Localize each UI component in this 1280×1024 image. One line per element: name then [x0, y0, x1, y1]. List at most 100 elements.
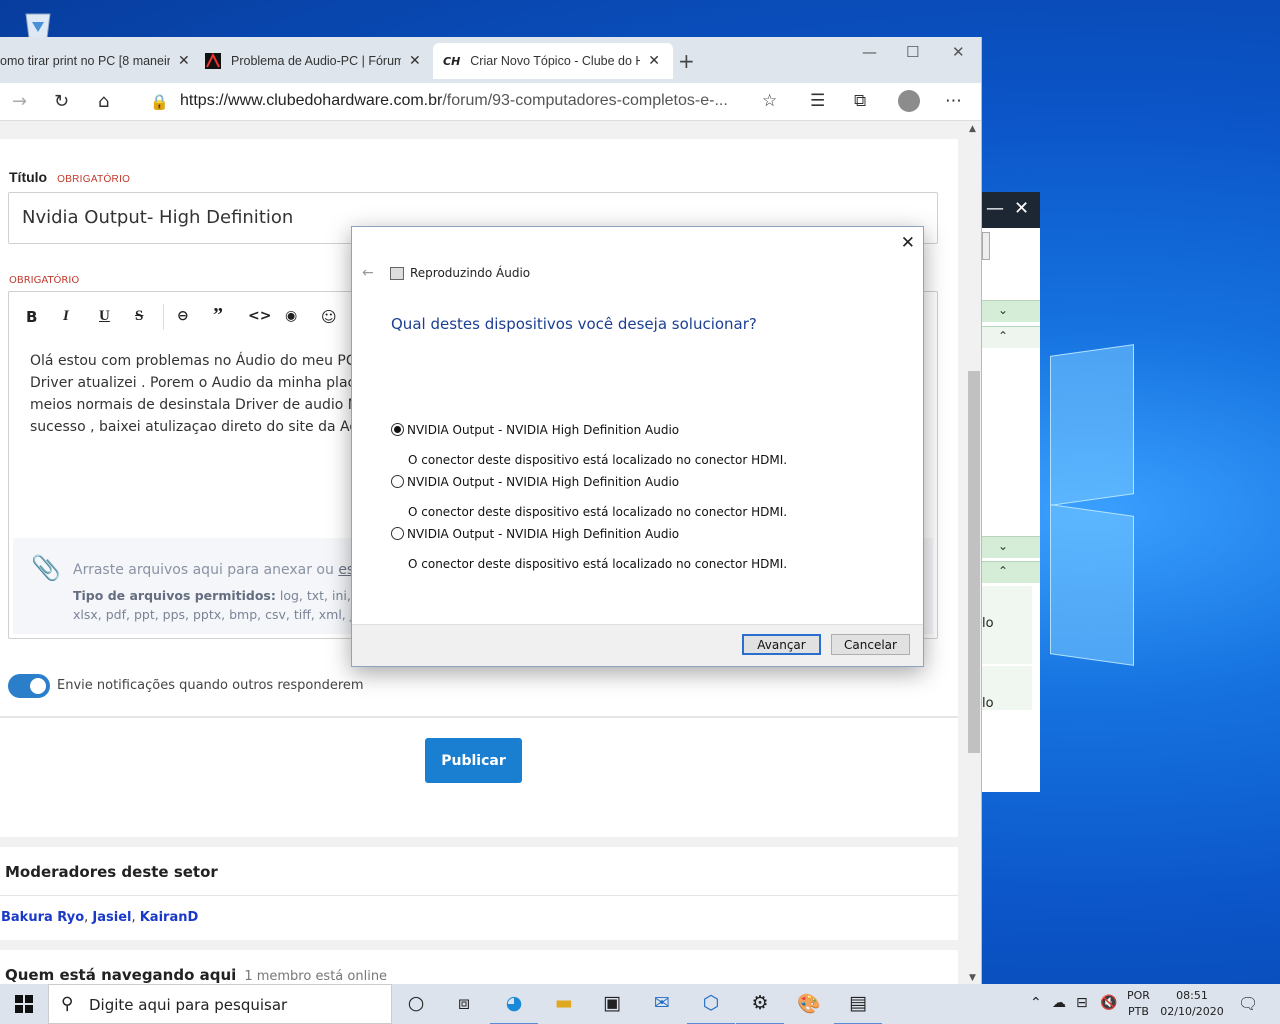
close-icon[interactable]: ✕: [901, 233, 915, 253]
keyboard-layout: PTB: [1128, 1005, 1149, 1018]
recycle-bin-icon[interactable]: [18, 8, 58, 38]
dialog-footer: Avançar Cancelar: [352, 624, 923, 666]
refresh-icon[interactable]: ↻: [54, 91, 69, 112]
close-tab-icon[interactable]: ✕: [178, 53, 190, 69]
task-view-icon[interactable]: ⧈: [450, 992, 478, 1014]
forward-icon[interactable]: →: [12, 91, 27, 112]
notify-label: Envie notificações quando outros respond…: [57, 678, 364, 693]
notifications-icon[interactable]: 🗨: [1238, 994, 1258, 1013]
collapse-strip[interactable]: ⌄: [982, 536, 1040, 558]
tab-print[interactable]: omo tirar print no PC [8 maneir ✕: [0, 43, 200, 79]
minimize-icon[interactable]: —: [986, 198, 1004, 219]
background-window-titlebar[interactable]: — ✕: [982, 192, 1040, 228]
troubleshooter-icon: [390, 267, 404, 280]
body-line: Olá estou com problemas no Áudio do meu …: [30, 353, 360, 369]
close-icon[interactable]: ✕: [1014, 198, 1029, 219]
minimize-icon[interactable]: —: [862, 43, 877, 61]
start-windows-icon[interactable]: [15, 995, 33, 1013]
device-option-2[interactable]: NVIDIA Output - NVIDIA High Definition A…: [391, 475, 679, 489]
clock-time: 08:51: [1176, 989, 1208, 1002]
bold-icon[interactable]: B: [26, 308, 37, 326]
close-window-icon[interactable]: ✕: [952, 43, 965, 61]
troubleshooter-taskbar-icon[interactable]: ▤: [834, 992, 882, 1024]
system-clock[interactable]: 08:51 02/10/2020: [1160, 988, 1224, 1020]
site-favicon-icon: [205, 52, 221, 69]
scroll-down-icon[interactable]: ▼: [969, 973, 976, 983]
moderator-link[interactable]: KairanD: [140, 910, 199, 925]
security-app-icon[interactable]: ⬡: [687, 992, 735, 1024]
emoji-icon[interactable]: ☺: [321, 308, 337, 326]
moderator-link[interactable]: Jasiel: [92, 910, 131, 925]
network-icon[interactable]: ⊟: [1076, 995, 1088, 1011]
file-explorer-icon[interactable]: ▬: [550, 992, 578, 1014]
mail-icon[interactable]: ✉: [648, 992, 676, 1014]
next-button[interactable]: Avançar: [742, 634, 821, 655]
back-arrow-icon[interactable]: ←: [362, 265, 374, 281]
taskbar-search[interactable]: ⚲ Digite aqui para pesquisar: [48, 984, 392, 1024]
publish-area: Publicar: [0, 717, 958, 837]
browsing-card: Quem está navegando aqui 1 membro está on…: [0, 950, 958, 984]
moderators-title: Moderadores deste setor: [5, 863, 218, 881]
link-icon[interactable]: ⊖: [177, 308, 189, 324]
more-options-icon[interactable]: ⋯: [945, 91, 962, 111]
scroll-thumb[interactable]: [968, 371, 980, 753]
body-line: Driver atualizei . Porem o Audio da minh…: [30, 375, 360, 391]
collapse-strip[interactable]: ⌃: [982, 326, 1040, 348]
search-icon: ⚲: [61, 994, 74, 1014]
device-option-3[interactable]: NVIDIA Output - NVIDIA High Definition A…: [391, 527, 679, 541]
collections-icon[interactable]: ⧉: [854, 91, 866, 111]
online-count: 1 membro está online: [244, 969, 388, 984]
onedrive-cloud-icon[interactable]: ☁: [1052, 995, 1066, 1011]
publish-button[interactable]: Publicar: [425, 738, 522, 783]
browsing-title-text: Quem está navegando aqui: [5, 966, 237, 984]
windows-logo-wallpaper: [1050, 344, 1140, 670]
background-window[interactable]: — ✕ ⌄ ⌃ ⌄ ⌃ lo lo: [982, 192, 1040, 792]
collapse-strip[interactable]: ⌄: [982, 300, 1040, 322]
quote-icon[interactable]: ”: [213, 304, 223, 327]
edge-browser-icon[interactable]: ◕: [490, 992, 538, 1024]
lock-icon[interactable]: 🔒: [150, 93, 169, 111]
moderator-link[interactable]: Bakura Ryo: [1, 910, 84, 925]
settings-gear-icon[interactable]: ⚙: [736, 992, 784, 1024]
address-bar[interactable]: https://www.clubedohardware.com.br/forum…: [180, 92, 728, 110]
tray-chevron-up-icon[interactable]: ⌃: [1030, 995, 1042, 1011]
radio-unselected[interactable]: [391, 527, 404, 540]
radio-unselected[interactable]: [391, 475, 404, 488]
radio-selected[interactable]: [391, 423, 404, 436]
allowed-types-label: Tipo de arquivos permitidos:: [73, 588, 276, 603]
italic-icon[interactable]: I: [63, 308, 69, 325]
paint-icon[interactable]: 🎨: [795, 992, 823, 1015]
bg-label: lo: [982, 696, 994, 711]
body-line: meios normais de desinstala Driver de au…: [30, 397, 360, 413]
collapse-strip[interactable]: ⌃: [982, 561, 1040, 583]
input-language[interactable]: POR PTB: [1127, 988, 1150, 1020]
notify-toggle[interactable]: [8, 674, 50, 698]
strikethrough-icon[interactable]: S: [135, 308, 143, 325]
profile-avatar[interactable]: [898, 90, 920, 112]
maximize-icon[interactable]: ☐: [906, 43, 919, 61]
underline-icon[interactable]: U: [99, 308, 110, 325]
page-scrollbar[interactable]: ▲ ▼: [966, 121, 981, 984]
code-icon[interactable]: <>: [248, 308, 271, 324]
body-text[interactable]: Olá estou com problemas no Áudio do meu …: [30, 350, 360, 438]
clock-date: 02/10/2020: [1160, 1005, 1224, 1018]
device-option-1[interactable]: NVIDIA Output - NVIDIA High Definition A…: [391, 423, 679, 437]
tab-new-topic[interactable]: CH Criar Novo Tópico - Clube do Ha ✕: [433, 43, 673, 79]
attach-instructions: Arraste arquivos aqui para anexar ou esc…: [73, 562, 363, 578]
close-tab-icon[interactable]: ✕: [648, 53, 660, 69]
tab-audio[interactable]: Problema de Audio-PC | Fórum A ✕: [195, 43, 431, 79]
volume-muted-icon[interactable]: 🔇: [1100, 995, 1117, 1011]
favorite-star-icon[interactable]: ☆: [762, 91, 777, 111]
home-icon[interactable]: ⌂: [98, 91, 109, 112]
cancel-button[interactable]: Cancelar: [831, 634, 910, 655]
cortana-icon[interactable]: ○: [402, 992, 430, 1014]
scroll-up-icon[interactable]: ▲: [969, 124, 976, 134]
store-icon[interactable]: ▣: [598, 992, 626, 1014]
close-tab-icon[interactable]: ✕: [409, 53, 421, 69]
moderators-card: Moderadores deste setor Bakura Ryo, Jasi…: [0, 847, 958, 940]
url-path: /forum/93-computadores-completos-e-...: [442, 92, 728, 109]
device-option-desc: O conector deste dispositivo está locali…: [408, 557, 788, 571]
new-tab-icon[interactable]: +: [678, 49, 695, 73]
spoiler-eye-icon[interactable]: ◉: [285, 308, 297, 324]
favorites-list-icon[interactable]: ☰: [810, 91, 825, 111]
